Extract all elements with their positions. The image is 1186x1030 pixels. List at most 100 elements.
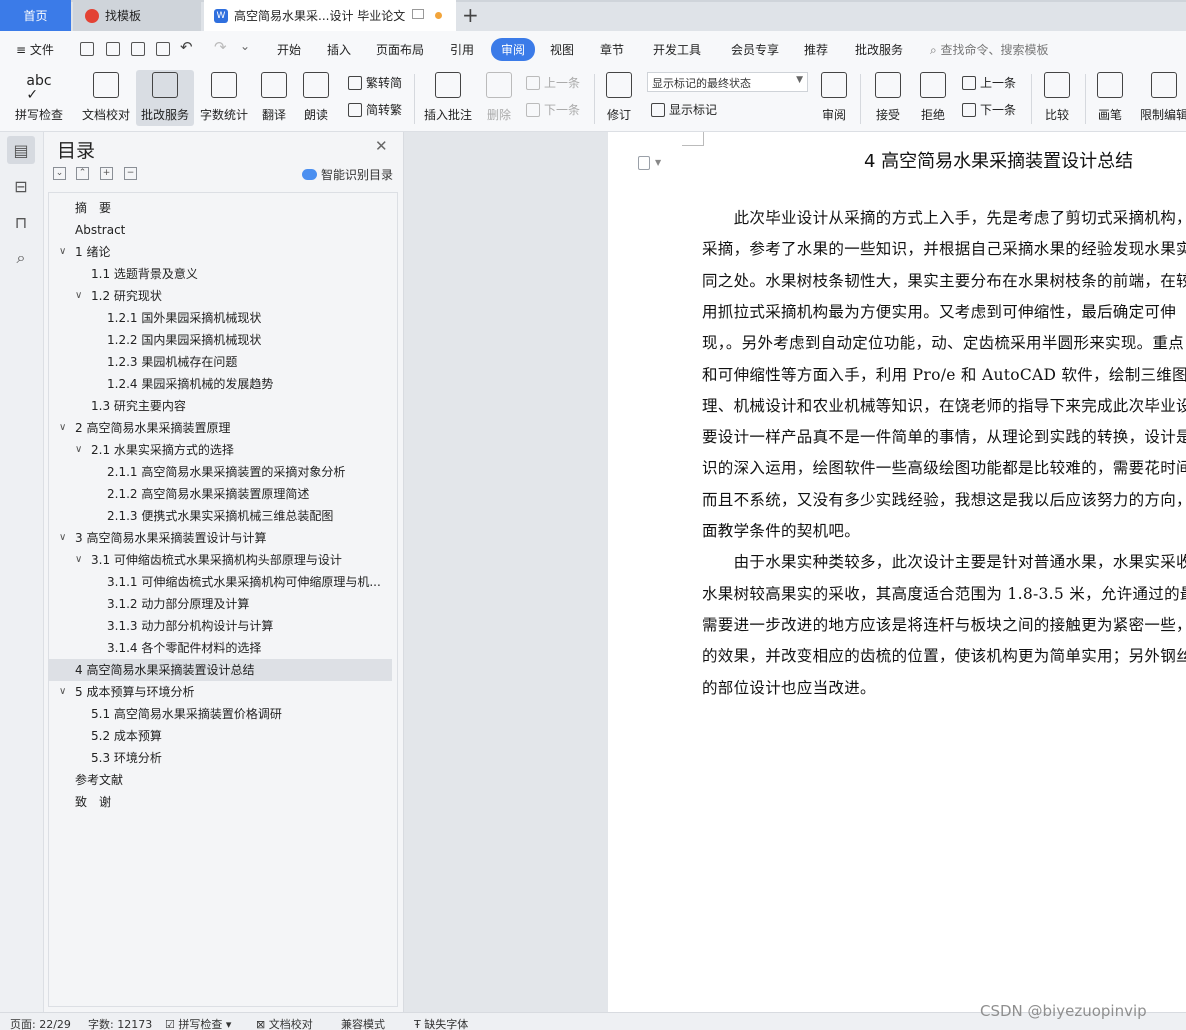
status-missing-font[interactable]: Ŧ 缺失字体 bbox=[414, 1016, 468, 1030]
prev-change-button[interactable]: 上一条 bbox=[962, 74, 1016, 91]
chevron-down-icon[interactable]: ∨ bbox=[59, 241, 66, 263]
toc-item[interactable]: 参考文献 bbox=[49, 769, 392, 791]
command-search[interactable]: ⌕ 查找命令、搜索模板 bbox=[930, 41, 1049, 58]
menu-member[interactable]: 会员专享 bbox=[731, 41, 779, 58]
toc-item[interactable]: 1.1 选题背景及意义 bbox=[49, 263, 392, 285]
menu-start[interactable]: 开始 bbox=[277, 41, 301, 58]
redo-icon[interactable]: ↷ bbox=[214, 38, 227, 56]
toc-item[interactable]: ∨ 5 成本预算与环境分析 bbox=[49, 681, 392, 703]
toc-item[interactable]: 3.1.3 动力部分机构设计与计算 bbox=[49, 615, 392, 637]
toc-item[interactable]: ∨ 2.1 水果实采摘方式的选择 bbox=[49, 439, 392, 461]
status-spell-check[interactable]: ☑ 拼写检查 ▾ bbox=[165, 1016, 231, 1030]
toc-item[interactable]: 5.1 高空简易水果采摘装置价格调研 bbox=[49, 703, 392, 725]
tab-templates[interactable]: 找模板 bbox=[73, 0, 201, 31]
compare-button[interactable]: 比较 bbox=[1038, 70, 1076, 126]
chevron-down-icon[interactable]: ∨ bbox=[59, 681, 66, 703]
menu-page-layout[interactable]: 页面布局 bbox=[376, 41, 424, 58]
undo-icon[interactable]: ↶ bbox=[180, 38, 193, 56]
toc-item[interactable]: 2.1.3 便携式水果实采摘机械三维总装配图 bbox=[49, 505, 392, 527]
toc-item[interactable]: 1.2.4 果园采摘机械的发展趋势 bbox=[49, 373, 392, 395]
toc-item[interactable]: 1.2.1 国外果园采摘机械现状 bbox=[49, 307, 392, 329]
chevron-down-icon[interactable]: ∨ bbox=[59, 527, 66, 549]
chevron-down-icon[interactable]: ∨ bbox=[59, 417, 66, 439]
expand-level-icon[interactable]: ⌃ bbox=[76, 167, 89, 180]
monitor-icon[interactable] bbox=[412, 9, 424, 19]
toc-item[interactable]: 摘 要 bbox=[49, 197, 392, 219]
toc-icon[interactable]: ▤ bbox=[7, 136, 35, 164]
grading-service-button[interactable]: 批改服务 bbox=[136, 70, 194, 126]
bookmark-icon[interactable]: ⊓ bbox=[7, 208, 35, 236]
read-aloud-button[interactable]: 朗读 bbox=[299, 70, 333, 126]
markup-state-select[interactable]: 显示标记的最终状态 ▼ bbox=[647, 72, 808, 92]
status-doc-proof[interactable]: ⊠ 文档校对 bbox=[256, 1016, 313, 1030]
toc-item[interactable]: ∨ 3 高空简易水果采摘装置设计与计算 bbox=[49, 527, 392, 549]
search-icon[interactable]: ⌕ bbox=[7, 244, 35, 272]
menu-review[interactable]: 审阅 bbox=[491, 38, 536, 61]
menu-references[interactable]: 引用 bbox=[450, 41, 474, 58]
menu-recommend[interactable]: 推荐 bbox=[804, 41, 828, 58]
menu-insert[interactable]: 插入 bbox=[327, 41, 351, 58]
translate-button[interactable]: 翻译 bbox=[256, 70, 292, 126]
toc-item[interactable]: 2.1.2 高空简易水果采摘装置原理简述 bbox=[49, 483, 392, 505]
review-pane-button[interactable]: 审阅 bbox=[815, 70, 853, 126]
collapse-all-icon[interactable]: ⌄ bbox=[53, 167, 66, 180]
smart-toc-button[interactable]: 智能识别目录 bbox=[302, 166, 393, 183]
doc-proof-button[interactable]: 文档校对 bbox=[78, 70, 134, 126]
document-page[interactable]: ▼ 4 高空简易水果采摘装置设计总结 此次毕业设计从采摘的方式上入手，先是考虑了… bbox=[608, 132, 1186, 1012]
add-heading-icon[interactable]: + bbox=[100, 167, 113, 180]
menu-grading[interactable]: 批改服务 bbox=[855, 41, 903, 58]
new-tab-plus-icon[interactable]: + bbox=[462, 3, 479, 27]
print-preview-icon[interactable] bbox=[156, 42, 170, 56]
menu-view[interactable]: 视图 bbox=[550, 41, 574, 58]
tab-document[interactable]: W 高空简易水果采...设计 毕业论文 bbox=[204, 0, 456, 31]
chevron-down-icon[interactable]: ∨ bbox=[75, 549, 82, 571]
toc-item[interactable]: 5.3 环境分析 bbox=[49, 747, 392, 769]
track-changes-button[interactable]: 修订 bbox=[601, 70, 637, 126]
toc-item[interactable]: 5.2 成本预算 bbox=[49, 725, 392, 747]
chevron-down-icon[interactable]: ∨ bbox=[75, 285, 82, 307]
toc-item[interactable]: 3.1.2 动力部分原理及计算 bbox=[49, 593, 392, 615]
prev-comment-button[interactable]: 上一条 bbox=[526, 74, 580, 91]
close-icon[interactable]: ✕ bbox=[375, 137, 388, 155]
page-marker-icon[interactable] bbox=[638, 156, 650, 170]
simp-to-trad-button[interactable]: 简转繁 bbox=[348, 101, 402, 118]
toc-item[interactable]: 致 谢 bbox=[49, 791, 392, 813]
trad-to-simp-button[interactable]: 繁转简 bbox=[348, 74, 402, 91]
menu-chapter[interactable]: 章节 bbox=[600, 41, 624, 58]
show-markup-button[interactable]: 显示标记 bbox=[651, 101, 717, 118]
page-indicator[interactable]: 页面: 22/29 bbox=[10, 1016, 71, 1030]
toc-item[interactable]: ∨ 1.2 研究现状 bbox=[49, 285, 392, 307]
reject-button[interactable]: 拒绝 bbox=[915, 70, 951, 126]
next-comment-button[interactable]: 下一条 bbox=[526, 101, 580, 118]
delete-comment-button[interactable]: 删除 bbox=[481, 70, 517, 126]
tab-home[interactable]: 首页 bbox=[0, 0, 71, 31]
chevron-down-icon[interactable]: ∨ bbox=[75, 439, 82, 461]
remove-heading-icon[interactable]: − bbox=[124, 167, 137, 180]
print-icon[interactable] bbox=[131, 42, 145, 56]
menu-dev-tools[interactable]: 开发工具 bbox=[653, 41, 701, 58]
quick-access-more-icon[interactable]: ⌄ bbox=[240, 39, 250, 53]
toc-item[interactable]: 1.2.2 国内果园采摘机械现状 bbox=[49, 329, 392, 351]
chapter-nav-icon[interactable]: ⊟ bbox=[7, 172, 35, 200]
accept-button[interactable]: 接受 bbox=[870, 70, 906, 126]
toc-item[interactable]: 4 高空简易水果采摘装置设计总结 bbox=[49, 659, 392, 681]
toc-item[interactable]: 1.2.3 果园机械存在问题 bbox=[49, 351, 392, 373]
word-count-button[interactable]: 字数统计 bbox=[197, 70, 251, 126]
save-icon[interactable] bbox=[80, 42, 94, 56]
ink-button[interactable]: 画笔 bbox=[1093, 70, 1127, 126]
toc-item[interactable]: 3.1.4 各个零配件材料的选择 bbox=[49, 637, 392, 659]
toc-item[interactable]: Abstract bbox=[49, 219, 392, 241]
restrict-edit-button[interactable]: 限制编辑 bbox=[1139, 70, 1186, 126]
toc-item[interactable]: ∨ 3.1 可伸缩齿梳式水果采摘机构头部原理与设计 bbox=[49, 549, 392, 571]
menu-file[interactable]: ≡ 文件 bbox=[16, 41, 54, 58]
insert-comment-button[interactable]: 插入批注 bbox=[421, 70, 475, 126]
spell-check-button[interactable]: abc ✓ 拼写检查 bbox=[8, 70, 70, 126]
toc-item[interactable]: 3.1.1 可伸缩齿梳式水果采摘机构可伸缩原理与机... bbox=[49, 571, 392, 593]
toc-item[interactable]: 1.3 研究主要内容 bbox=[49, 395, 392, 417]
toc-item[interactable]: ∨ 2 高空简易水果采摘装置原理 bbox=[49, 417, 392, 439]
chevron-down-icon[interactable]: ▼ bbox=[655, 158, 661, 167]
word-count-indicator[interactable]: 字数: 12173 bbox=[88, 1016, 152, 1030]
export-pdf-icon[interactable] bbox=[106, 42, 120, 56]
toc-item[interactable]: ∨ 1 绪论 bbox=[49, 241, 392, 263]
next-change-button[interactable]: 下一条 bbox=[962, 101, 1016, 118]
